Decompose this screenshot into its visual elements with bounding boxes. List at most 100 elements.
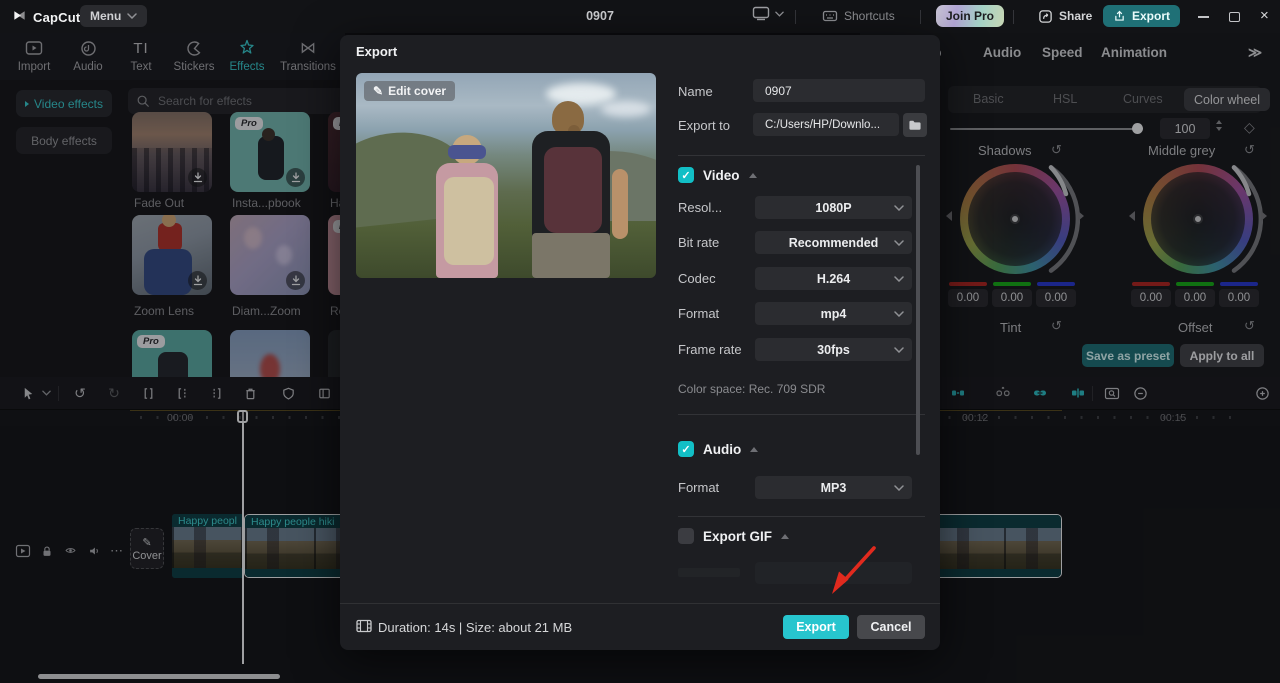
wheel-left-arrow-icon[interactable] xyxy=(946,211,952,221)
subtab-basic[interactable]: Basic xyxy=(973,92,1004,106)
blue-value[interactable]: 0.00 xyxy=(1036,289,1076,307)
split-button[interactable] xyxy=(140,385,156,401)
red-value[interactable]: 0.00 xyxy=(948,289,988,307)
subtab-hsl[interactable]: HSL xyxy=(1053,92,1077,106)
preview-frame-button[interactable] xyxy=(1104,385,1120,401)
reset-icon[interactable]: ↺ xyxy=(1051,318,1062,334)
timeline-clip-1[interactable]: Happy peopl xyxy=(172,514,244,578)
edit-cover-button[interactable]: ✎ Edit cover xyxy=(364,81,456,101)
tab-audio[interactable]: Audio xyxy=(64,38,112,73)
minimize-button[interactable] xyxy=(1198,16,1209,18)
audio-checkbox[interactable]: ✓ xyxy=(678,441,694,457)
split-preview-button[interactable] xyxy=(1070,385,1086,401)
wheel-luma-arc[interactable] xyxy=(1133,154,1263,284)
intensity-stepper[interactable] xyxy=(1216,120,1222,131)
export-path-input[interactable] xyxy=(753,113,899,136)
wheel-right-arrow-icon[interactable] xyxy=(1078,211,1084,221)
timeline-zoom-in-button[interactable] xyxy=(1254,385,1270,401)
select-tool-button[interactable] xyxy=(20,385,36,401)
collapse-icon[interactable] xyxy=(748,172,757,178)
search-input[interactable] xyxy=(156,93,310,109)
category-video-effects[interactable]: Video effects xyxy=(16,90,112,117)
wheel-right-arrow-icon[interactable] xyxy=(1261,211,1267,221)
layout-switch-button[interactable] xyxy=(752,6,784,21)
codec-select[interactable]: H.264 xyxy=(755,267,912,290)
split-left-button[interactable] xyxy=(174,385,190,401)
lock-track-button[interactable] xyxy=(38,542,55,559)
reset-icon[interactable]: ↺ xyxy=(1244,318,1255,334)
split-right-button[interactable] xyxy=(208,385,224,401)
subtab-curves[interactable]: Curves xyxy=(1123,92,1163,106)
effect-thumbnail[interactable] xyxy=(230,330,310,377)
maximize-button[interactable] xyxy=(1229,12,1240,22)
unlink-button[interactable] xyxy=(995,385,1011,401)
share-button[interactable]: Share xyxy=(1028,5,1102,27)
cover-button[interactable]: ✎ Cover xyxy=(130,528,164,569)
playhead-handle[interactable] xyxy=(237,410,248,423)
tab-stickers[interactable]: Stickers xyxy=(166,38,222,73)
tab-animation[interactable]: Animation xyxy=(1101,45,1167,60)
expand-panel-icon[interactable]: ≫ xyxy=(1248,45,1262,61)
shadows-color-wheel[interactable] xyxy=(960,164,1080,274)
blue-value[interactable]: 0.00 xyxy=(1219,289,1259,307)
name-input[interactable] xyxy=(753,79,925,102)
select-tool-dropdown[interactable] xyxy=(38,385,54,401)
wheel-left-arrow-icon[interactable] xyxy=(1129,211,1135,221)
tab-speed[interactable]: Speed xyxy=(1042,45,1083,60)
hide-track-button[interactable] xyxy=(62,542,79,559)
apply-to-all-button[interactable]: Apply to all xyxy=(1180,344,1264,367)
undo-button[interactable]: ↺ xyxy=(72,385,88,401)
save-as-preset-button[interactable]: Save as preset xyxy=(1082,344,1174,367)
effect-thumbnail-instapbook[interactable]: Pro xyxy=(230,112,310,192)
keyframe-diamond-icon[interactable]: ◇ xyxy=(1244,119,1255,136)
effect-thumbnail-diamond-zoom[interactable] xyxy=(230,215,310,295)
green-value[interactable]: 0.00 xyxy=(992,289,1032,307)
shortcuts-button[interactable]: Shortcuts xyxy=(812,5,905,27)
subtab-color-wheel[interactable]: Color wheel xyxy=(1184,88,1271,111)
dialog-scrollbar[interactable] xyxy=(916,165,920,455)
effect-thumbnail-fade-out[interactable] xyxy=(132,112,212,192)
join-pro-button[interactable]: Join Pro xyxy=(936,5,1005,27)
more-options-button[interactable]: ⋯ xyxy=(108,542,125,559)
effect-thumbnail-zoom-lens[interactable] xyxy=(132,215,212,295)
intensity-slider[interactable] xyxy=(950,128,1140,130)
playhead-line[interactable] xyxy=(242,412,244,664)
category-body-effects[interactable]: Body effects xyxy=(16,127,112,154)
tab-effects[interactable]: Effects xyxy=(223,38,271,73)
intensity-value[interactable]: 100 xyxy=(1160,118,1210,139)
audio-format-select[interactable]: MP3 xyxy=(755,476,912,499)
export-button-topbar[interactable]: Export xyxy=(1103,5,1181,27)
red-value[interactable]: 0.00 xyxy=(1131,289,1171,307)
wheel-luma-arc[interactable] xyxy=(950,154,1080,284)
timeline-horizontal-scrollbar[interactable] xyxy=(38,674,280,679)
browse-folder-button[interactable] xyxy=(903,113,927,137)
tab-transitions[interactable]: ⋈ Transitions xyxy=(277,38,339,73)
resolution-select[interactable]: 1080P xyxy=(755,196,912,219)
close-button[interactable]: × xyxy=(1260,8,1269,23)
timeline-zoom-out-button[interactable] xyxy=(1132,385,1148,401)
export-confirm-button[interactable]: Export xyxy=(783,615,849,639)
redo-button[interactable]: ↻ xyxy=(106,385,122,401)
tab-text[interactable]: TI Text xyxy=(117,38,165,74)
format-select[interactable]: mp4 xyxy=(755,302,912,325)
middle-grey-color-wheel[interactable] xyxy=(1143,164,1263,274)
overlay-button[interactable] xyxy=(316,385,332,401)
effects-search-bar[interactable] xyxy=(128,88,345,114)
tab-import[interactable]: Import xyxy=(10,38,58,73)
framerate-select[interactable]: 30fps xyxy=(755,338,912,361)
intensity-slider-thumb[interactable] xyxy=(1132,123,1143,134)
collapse-icon[interactable] xyxy=(781,533,790,539)
cancel-button[interactable]: Cancel xyxy=(857,615,925,639)
video-checkbox[interactable]: ✓ xyxy=(678,167,694,183)
effect-thumbnail[interactable]: Pro xyxy=(132,330,212,377)
snap-toggle-button[interactable] xyxy=(950,385,966,401)
bitrate-select[interactable]: Recommended xyxy=(755,231,912,254)
mask-button[interactable] xyxy=(280,385,296,401)
link-button[interactable] xyxy=(1032,385,1048,401)
collapse-icon[interactable] xyxy=(750,446,759,452)
tab-audio-inspector[interactable]: Audio xyxy=(983,45,1021,60)
menu-button[interactable]: Menu xyxy=(80,5,148,27)
delete-button[interactable] xyxy=(242,385,258,401)
mute-track-button[interactable] xyxy=(86,542,103,559)
export-gif-checkbox[interactable]: ✓ xyxy=(678,528,694,544)
